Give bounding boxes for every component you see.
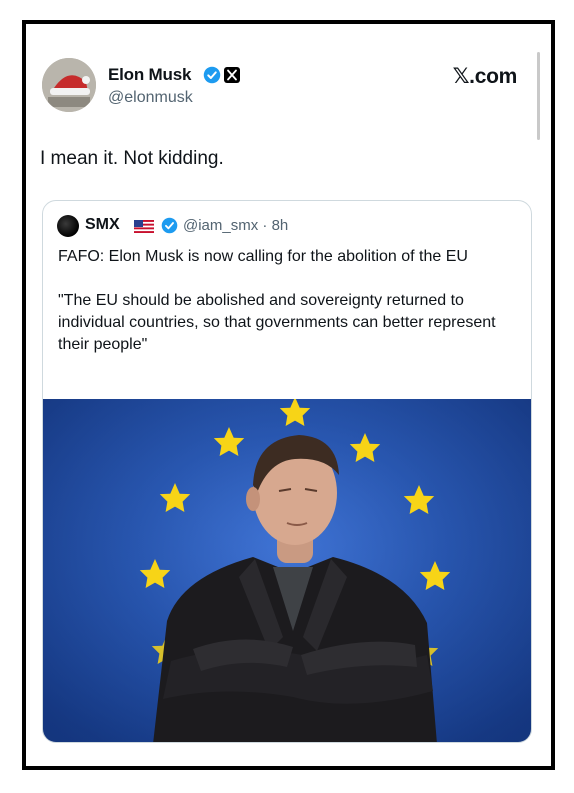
verified-badge-icon [161,217,178,234]
tweet-media-image[interactable] [43,399,531,742]
quoted-author-name[interactable]: SMX [85,216,120,234]
site-label: 𝕏.com [452,65,518,88]
quoted-author-avatar[interactable] [57,215,79,237]
x-logo-icon [224,67,240,83]
author-avatar[interactable] [42,58,96,112]
screenshot-frame: Elon Musk @elonmusk 𝕏.com I mean it. Not… [22,20,555,770]
quoted-tweet-text: FAFO: Elon Musk is now calling for the a… [58,246,522,356]
quoted-tweet-card[interactable]: SMX @iam_smx · 8h FAFO: Elon Musk is now… [42,200,532,743]
author-handle[interactable]: @elonmusk [108,89,193,107]
verified-badge-icon [203,66,221,84]
quoted-text-line2: "The EU should be abolished and sovereig… [58,292,496,353]
us-flag-icon [134,220,154,233]
media-illustration [43,399,531,742]
avatar-image [42,58,96,112]
quoted-text-line1: FAFO: Elon Musk is now calling for the a… [58,248,468,265]
tweet-text: I mean it. Not kidding. [40,148,224,169]
scrollbar[interactable] [537,52,540,140]
author-name[interactable]: Elon Musk [108,65,191,85]
quoted-handle-time[interactable]: @iam_smx · 8h [183,217,288,234]
